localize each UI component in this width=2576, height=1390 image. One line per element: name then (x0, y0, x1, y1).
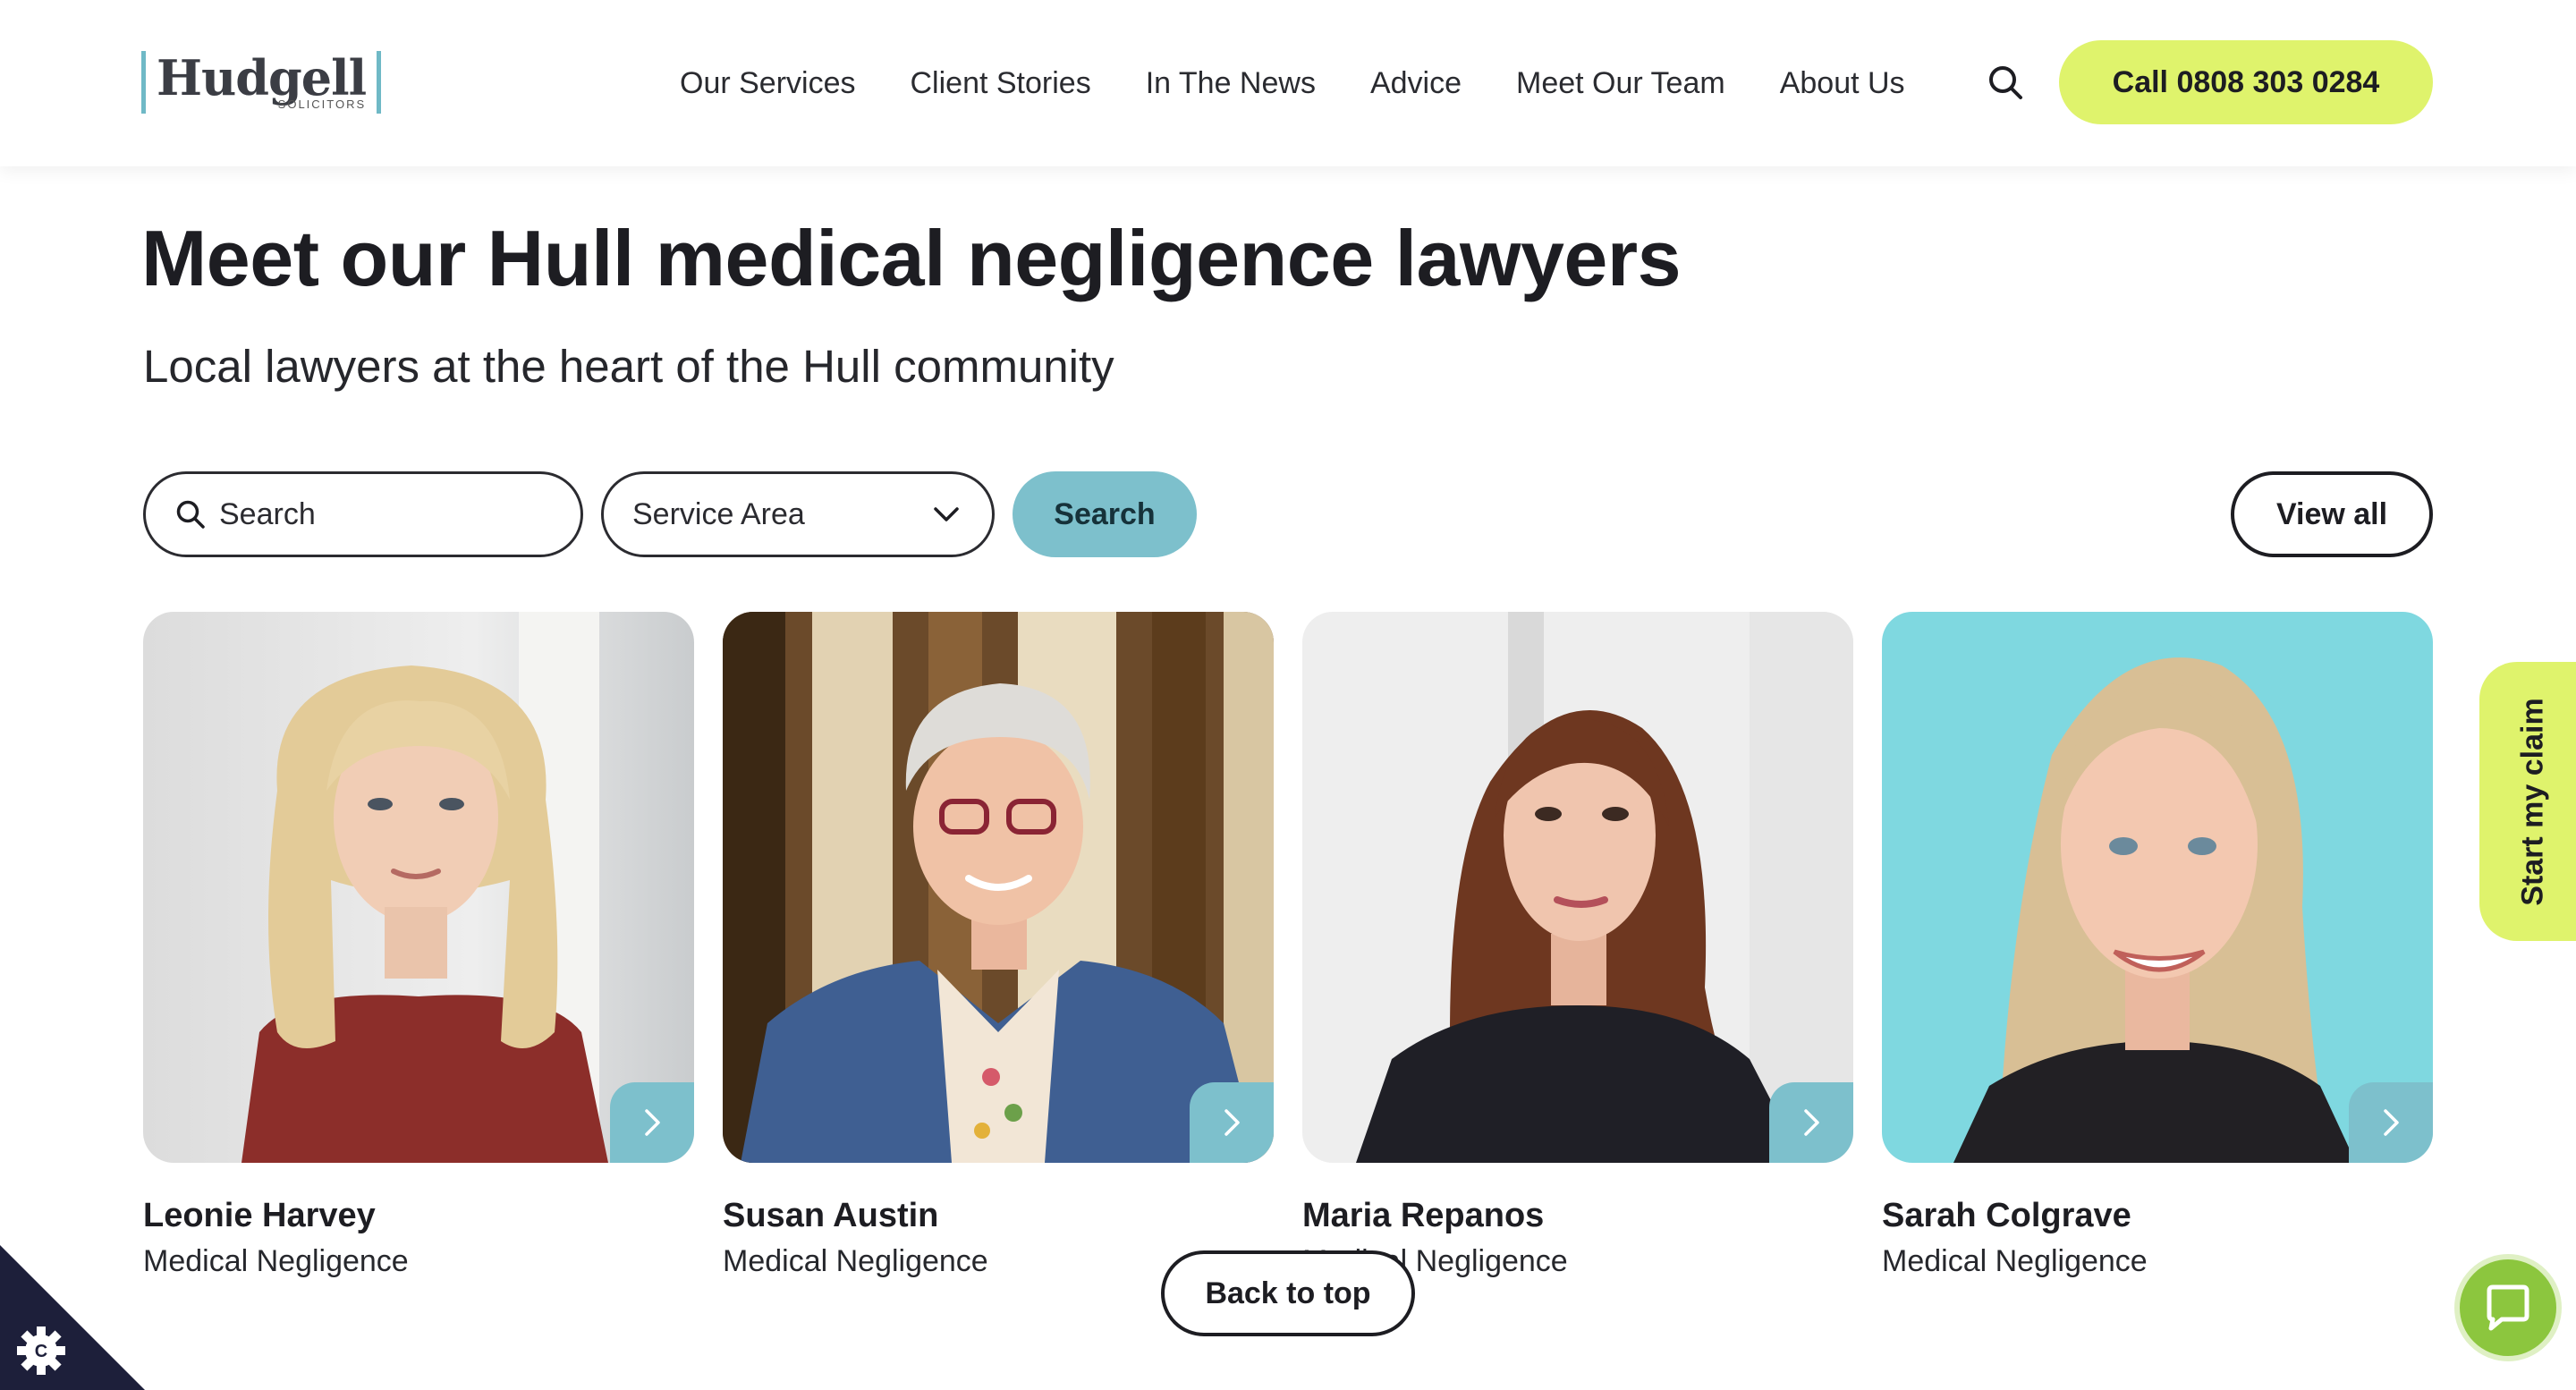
lawyer-name[interactable]: Maria Repanos (1302, 1197, 1853, 1235)
start-my-claim-tab[interactable]: Start my claim (2479, 662, 2576, 941)
portrait-image (723, 612, 1274, 1163)
lawyer-card-sarah-colgrave[interactable]: Sarah Colgrave Medical Negligence (1882, 612, 2433, 1279)
lawyer-role: Medical Negligence (143, 1244, 409, 1278)
logo-word: Hudgell (157, 48, 367, 106)
hudgell-logo[interactable]: Hudgell SOLICITORS (141, 48, 382, 114)
service-area-select[interactable]: Service Area (601, 471, 995, 557)
portrait-image (1882, 612, 2433, 1163)
search-field[interactable] (143, 471, 583, 557)
nav-meet-our-team[interactable]: Meet Our Team (1516, 66, 1725, 101)
page-subtitle: Local lawyers at the heart of the Hull c… (143, 341, 1114, 392)
lawyer-photo[interactable] (723, 612, 1274, 1163)
lawyer-name[interactable]: Sarah Colgrave (1882, 1197, 2433, 1235)
view-profile-button[interactable] (1190, 1082, 1274, 1163)
start-my-claim-label: Start my claim (2515, 697, 2550, 906)
lawyer-card-maria-repanos[interactable]: Maria Repanos Medical Negligence (1302, 612, 1853, 1279)
nav-about-us[interactable]: About Us (1780, 66, 1905, 101)
back-to-top-button[interactable]: Back to top (1161, 1250, 1415, 1336)
lawyer-card-leonie-harvey[interactable]: Leonie Harvey Medical Negligence (143, 612, 694, 1279)
chevron-right-icon (2384, 1109, 2399, 1136)
nav-in-the-news[interactable]: In The News (1146, 66, 1316, 101)
search-button[interactable]: Search (1013, 471, 1197, 557)
chevron-right-icon (645, 1109, 660, 1136)
lawyer-role: Medical Negligence (1882, 1244, 2148, 1278)
lawyer-photo[interactable] (1302, 612, 1853, 1163)
search-icon (176, 500, 205, 529)
chevron-right-icon (1804, 1109, 1819, 1136)
logo-text: Hudgell SOLICITORS (146, 48, 377, 111)
nav-client-stories[interactable]: Client Stories (911, 66, 1091, 101)
logo-bar-right (377, 51, 382, 114)
lawyer-card-susan-austin[interactable]: Susan Austin Medical Negligence (723, 612, 1274, 1279)
nav-advice[interactable]: Advice (1370, 66, 1462, 101)
portrait-image (143, 612, 694, 1163)
call-button[interactable]: Call 0808 303 0284 (2059, 40, 2433, 124)
view-profile-button[interactable] (610, 1082, 694, 1163)
lawyer-photo[interactable] (143, 612, 694, 1163)
page-title: Meet our Hull medical negligence lawyers (141, 214, 1682, 302)
view-profile-button[interactable] (1769, 1082, 1853, 1163)
chevron-right-icon (1224, 1109, 1240, 1136)
cookie-settings-button[interactable]: C (0, 1245, 145, 1390)
lawyer-name[interactable]: Susan Austin (723, 1197, 1274, 1235)
cookie-settings-icon: C (17, 1326, 65, 1375)
chevron-down-icon (934, 507, 959, 521)
logo-subtext: SOLICITORS (277, 97, 367, 111)
portrait-image (1302, 612, 1853, 1163)
chat-button[interactable] (2454, 1254, 2562, 1361)
search-icon[interactable] (1986, 63, 2025, 102)
search-input[interactable] (219, 496, 559, 532)
site-header: Hudgell SOLICITORS Our Services Client S… (0, 0, 2576, 166)
service-area-label: Service Area (632, 496, 805, 531)
lawyer-name[interactable]: Leonie Harvey (143, 1197, 694, 1235)
svg-text:C: C (35, 1342, 47, 1361)
chat-icon (2487, 1284, 2529, 1331)
view-all-button[interactable]: View all (2231, 471, 2433, 557)
nav-our-services[interactable]: Our Services (680, 66, 856, 101)
view-profile-button[interactable] (2349, 1082, 2433, 1163)
main-nav: Our Services Client Stories In The News … (680, 0, 1905, 166)
lawyer-photo[interactable] (1882, 612, 2433, 1163)
